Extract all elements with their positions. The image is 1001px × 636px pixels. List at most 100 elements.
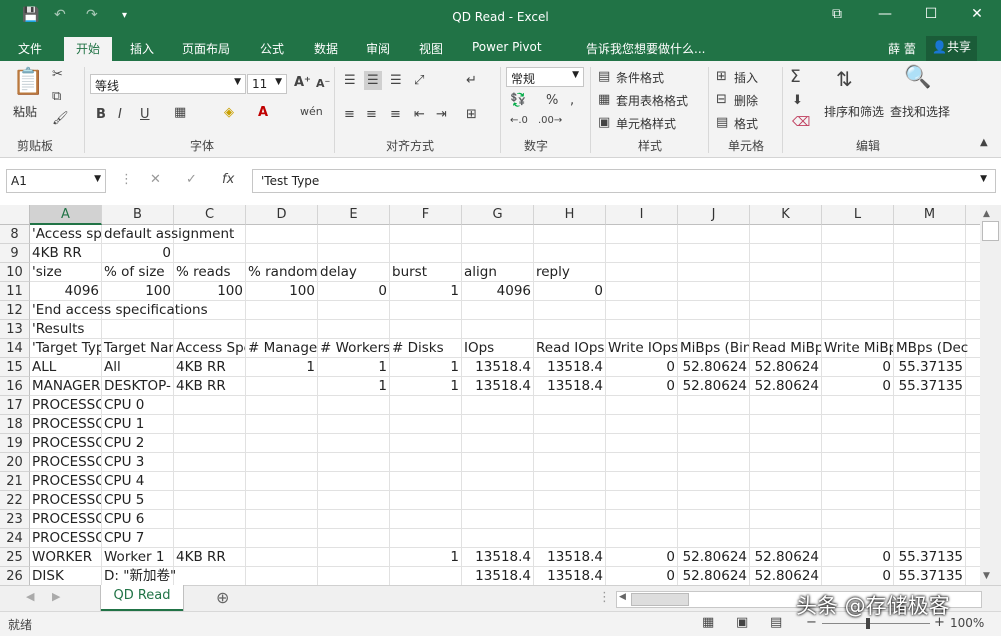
cell[interactable] bbox=[246, 472, 318, 491]
minimize-button[interactable]: — bbox=[870, 6, 900, 22]
cell[interactable] bbox=[174, 434, 246, 453]
cell[interactable] bbox=[966, 472, 980, 491]
worksheet-grid[interactable]: ABCDEFGHIJKLM 8'Access spedefault assignm… bbox=[0, 205, 980, 585]
decrease-decimal-icon[interactable]: .00→ bbox=[538, 115, 562, 126]
cell[interactable]: 0 bbox=[822, 377, 894, 396]
cell[interactable] bbox=[606, 415, 678, 434]
add-sheet-icon[interactable]: ⊕ bbox=[216, 588, 229, 607]
cell[interactable]: ALL bbox=[30, 358, 102, 377]
cell[interactable]: 0 bbox=[606, 358, 678, 377]
find-select-button[interactable]: 查找和选择 bbox=[890, 103, 950, 120]
cell[interactable]: 4096 bbox=[462, 282, 534, 301]
cell[interactable]: 1 bbox=[246, 358, 318, 377]
cell[interactable] bbox=[390, 415, 462, 434]
tab-3[interactable]: 页面布局 bbox=[182, 40, 230, 57]
column-header-b[interactable]: B bbox=[102, 205, 174, 225]
cell[interactable]: All bbox=[102, 358, 174, 377]
normal-view-icon[interactable]: ▦ bbox=[702, 615, 714, 630]
cell[interactable] bbox=[246, 548, 318, 567]
tab-5[interactable]: 数据 bbox=[314, 40, 338, 57]
cell[interactable]: 52.80624 bbox=[750, 567, 822, 585]
prev-sheet-icon[interactable]: ◀ bbox=[26, 590, 34, 603]
cell[interactable] bbox=[678, 244, 750, 263]
font-size-select[interactable]: 11 ▼ bbox=[247, 74, 287, 94]
tab-0[interactable]: 文件 bbox=[18, 40, 42, 57]
cell[interactable] bbox=[534, 510, 606, 529]
cell[interactable]: % of size bbox=[102, 263, 174, 282]
cell[interactable] bbox=[534, 225, 606, 244]
cell[interactable]: default assignment bbox=[102, 225, 234, 244]
cell[interactable]: 100 bbox=[174, 282, 246, 301]
cell[interactable] bbox=[894, 320, 966, 339]
cell[interactable] bbox=[606, 529, 678, 548]
cell[interactable] bbox=[822, 282, 894, 301]
cell[interactable] bbox=[606, 320, 678, 339]
row-header[interactable]: 12 bbox=[0, 301, 30, 320]
paste-button[interactable]: 粘贴 bbox=[13, 103, 37, 120]
cell[interactable] bbox=[174, 244, 246, 263]
increase-indent-icon[interactable]: ⇥ bbox=[436, 107, 447, 122]
cell[interactable] bbox=[966, 567, 980, 585]
cut-icon[interactable]: ✂ bbox=[52, 67, 63, 82]
cell[interactable]: 0 bbox=[606, 377, 678, 396]
fill-icon[interactable]: ⬇ bbox=[792, 93, 803, 108]
table-format-button[interactable]: 套用表格格式 bbox=[616, 92, 688, 109]
cell[interactable]: 1 bbox=[390, 548, 462, 567]
tab-6[interactable]: 审阅 bbox=[366, 40, 390, 57]
align-bottom-icon[interactable]: ☰ bbox=[390, 73, 402, 88]
cell[interactable] bbox=[894, 415, 966, 434]
cell[interactable] bbox=[174, 396, 246, 415]
cell[interactable] bbox=[390, 244, 462, 263]
cell[interactable]: 'Results bbox=[30, 320, 102, 339]
ribbon-display-icon[interactable]: ⧉ bbox=[822, 6, 852, 22]
cell[interactable] bbox=[966, 548, 980, 567]
formula-input[interactable]: 'Test Type ▼ bbox=[252, 169, 996, 193]
row-header[interactable]: 9 bbox=[0, 244, 30, 263]
cell[interactable] bbox=[318, 491, 390, 510]
italic-icon[interactable]: I bbox=[118, 107, 122, 122]
row-header[interactable]: 14 bbox=[0, 339, 30, 358]
cell[interactable]: PROCESSC bbox=[30, 529, 102, 548]
cell[interactable] bbox=[750, 244, 822, 263]
cell[interactable] bbox=[750, 282, 822, 301]
cell[interactable]: burst bbox=[390, 263, 462, 282]
cell-style-button[interactable]: 单元格样式 bbox=[616, 115, 676, 132]
cell[interactable]: Access Spe bbox=[174, 339, 246, 358]
cell[interactable] bbox=[318, 453, 390, 472]
select-all-corner[interactable] bbox=[0, 205, 30, 225]
cell[interactable]: 100 bbox=[246, 282, 318, 301]
cell[interactable] bbox=[606, 263, 678, 282]
row-header[interactable]: 20 bbox=[0, 453, 30, 472]
cell[interactable] bbox=[174, 415, 246, 434]
sheet-tab-qd-read[interactable]: QD Read bbox=[101, 585, 183, 612]
maximize-button[interactable]: ☐ bbox=[916, 6, 946, 22]
cell[interactable]: 13518.4 bbox=[462, 358, 534, 377]
cell[interactable]: DESKTOP- bbox=[102, 377, 174, 396]
cell[interactable] bbox=[318, 548, 390, 567]
cell[interactable] bbox=[606, 510, 678, 529]
cell[interactable] bbox=[678, 263, 750, 282]
cell[interactable] bbox=[966, 529, 980, 548]
cell[interactable]: 0 bbox=[822, 567, 894, 585]
align-middle-icon[interactable]: ☰ bbox=[364, 71, 382, 90]
insert-function-icon[interactable]: fx bbox=[222, 172, 234, 187]
cell[interactable] bbox=[534, 415, 606, 434]
cell[interactable] bbox=[750, 529, 822, 548]
cell[interactable]: 13518.4 bbox=[462, 548, 534, 567]
cell[interactable] bbox=[318, 396, 390, 415]
cell[interactable] bbox=[678, 320, 750, 339]
column-header-g[interactable]: G bbox=[462, 205, 534, 225]
column-header-e[interactable]: E bbox=[318, 205, 390, 225]
cell[interactable] bbox=[534, 320, 606, 339]
cell[interactable]: 13518.4 bbox=[462, 567, 534, 585]
row-header[interactable]: 18 bbox=[0, 415, 30, 434]
cell[interactable] bbox=[534, 491, 606, 510]
cell[interactable] bbox=[678, 282, 750, 301]
cell[interactable]: 52.80624 bbox=[678, 567, 750, 585]
cell[interactable] bbox=[678, 225, 750, 244]
align-top-icon[interactable]: ☰ bbox=[344, 73, 356, 88]
cell[interactable]: Write IOps bbox=[606, 339, 678, 358]
tab-7[interactable]: 视图 bbox=[419, 40, 443, 57]
cell[interactable]: 13518.4 bbox=[534, 377, 606, 396]
cell[interactable] bbox=[894, 491, 966, 510]
